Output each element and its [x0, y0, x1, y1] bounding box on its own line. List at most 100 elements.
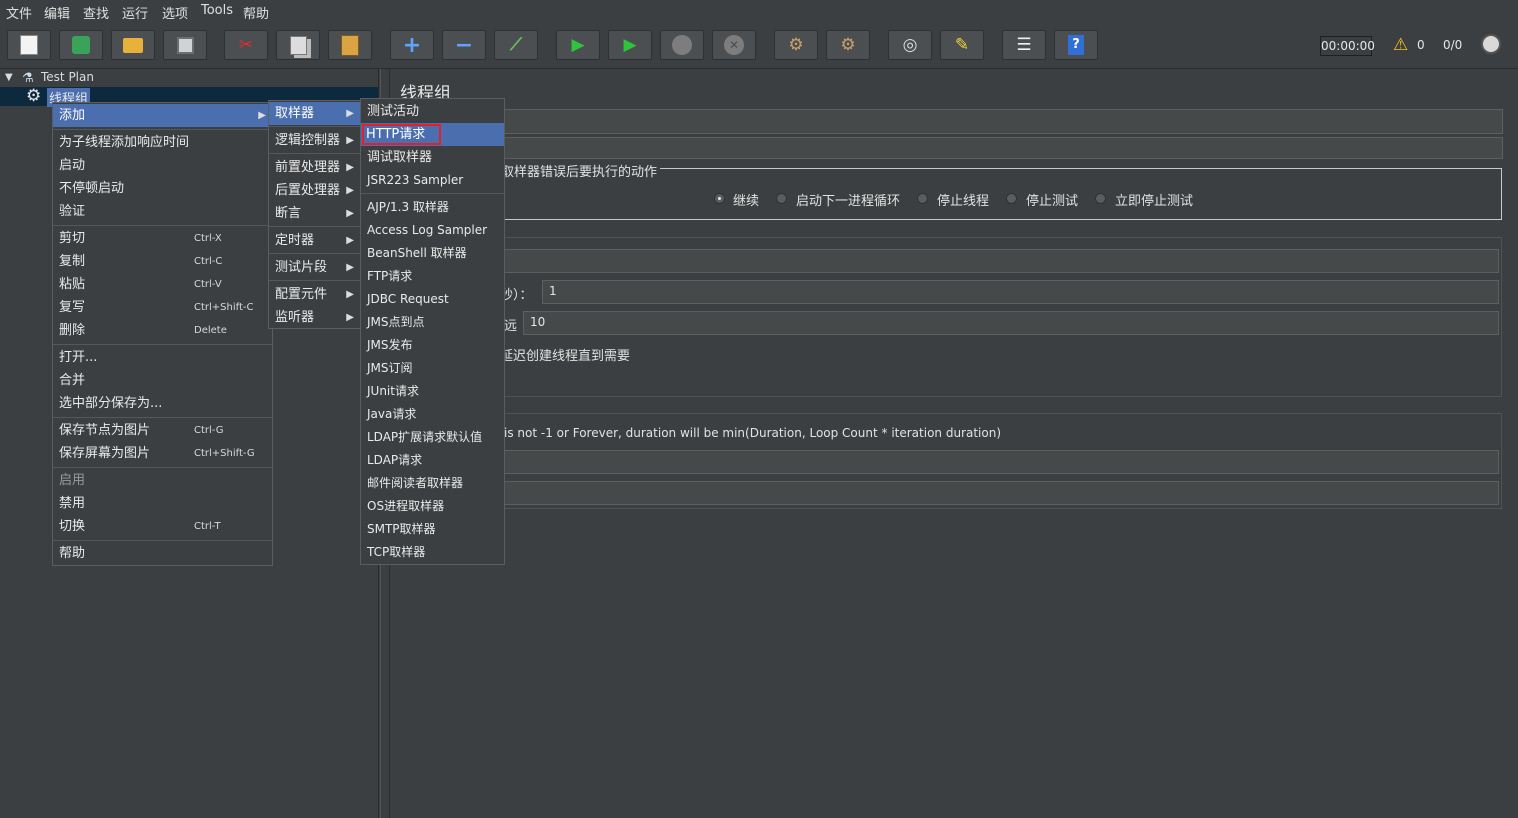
startup-delay-field[interactable] [504, 481, 1499, 505]
menu-run[interactable]: 运行 [122, 3, 148, 22]
threads-count-field[interactable] [504, 249, 1499, 273]
sampler-item-access-log[interactable]: Access Log Sampler [361, 219, 504, 242]
stop-button[interactable] [660, 30, 704, 60]
toggle-button[interactable]: ⟋ [494, 30, 538, 60]
sampler-item-tcp[interactable]: TCP取样器 [361, 541, 504, 564]
warning-count: 0 [1417, 38, 1425, 52]
open-button[interactable] [111, 30, 155, 60]
comments-field[interactable] [500, 137, 1503, 159]
menu-item-toggle[interactable]: 切换 Ctrl-T [53, 515, 272, 538]
templates-button[interactable] [59, 30, 103, 60]
menu-options[interactable]: 选项 [162, 3, 188, 22]
menu-item-paste[interactable]: 粘贴 Ctrl-V [53, 273, 272, 296]
submenu-item-config-element[interactable]: 配置元件 ▶ [269, 283, 360, 306]
menu-item-delete[interactable]: 删除 Delete [53, 319, 272, 342]
submenu-item-assertion[interactable]: 断言 ▶ [269, 202, 360, 225]
submenu-item-timer[interactable]: 定时器 ▶ [269, 229, 360, 252]
sampler-item-jms-publisher[interactable]: JMS发布 [361, 334, 504, 357]
submenu-item-pre-processor[interactable]: 前置处理器 ▶ [269, 156, 360, 179]
warning-icon[interactable]: ⚠ [1393, 35, 1408, 55]
radio-continue[interactable] [714, 193, 725, 204]
submenu-arrow-icon: ▶ [346, 208, 354, 219]
menu-item-save-selection-as[interactable]: 选中部分保存为... [53, 392, 272, 415]
search-icon: ◎ [902, 35, 918, 55]
reset-search-button[interactable]: ✎ [940, 30, 984, 60]
clear-button[interactable]: ⚙ [774, 30, 818, 60]
menu-item-add-response-time[interactable]: 为子线程添加响应时间 [53, 131, 272, 154]
menu-item-save-node-image[interactable]: 保存节点为图片 Ctrl-G [53, 419, 272, 442]
menu-help[interactable]: 帮助 [243, 3, 269, 22]
sampler-item-jsr223[interactable]: JSR223 Sampler [361, 169, 504, 192]
copy-button[interactable] [276, 30, 320, 60]
function-helper-button[interactable]: ☰ [1002, 30, 1046, 60]
radio-start-next-loop-label: 启动下一进程循环 [796, 194, 901, 209]
duration-field[interactable] [504, 450, 1499, 474]
menu-item-cut[interactable]: 剪切 Ctrl-X [53, 227, 272, 250]
search-button[interactable]: ◎ [888, 30, 932, 60]
menu-edit[interactable]: 编辑 [44, 3, 70, 22]
submenu-item-post-processor[interactable]: 后置处理器 ▶ [269, 179, 360, 202]
name-field[interactable] [500, 109, 1503, 134]
sampler-item-beanshell[interactable]: BeanShell 取样器 [361, 242, 504, 265]
help-button[interactable]: ? [1054, 30, 1098, 60]
test-plan-icon: ⚗ [22, 71, 34, 86]
paste-button[interactable] [328, 30, 372, 60]
sampler-item-os-process[interactable]: OS进程取样器 [361, 495, 504, 518]
menu-item-help[interactable]: 帮助 [53, 542, 272, 565]
menu-item-start-no-pause[interactable]: 不停顿启动 [53, 177, 272, 200]
sampler-item-smtp[interactable]: SMTP取样器 [361, 518, 504, 541]
sampler-item-mail-reader[interactable]: 邮件阅读者取样器 [361, 472, 504, 495]
menu-item-disable[interactable]: 禁用 [53, 492, 272, 515]
menu-item-merge[interactable]: 合并 [53, 369, 272, 392]
menu-separator [361, 193, 504, 194]
menu-separator [53, 467, 272, 468]
clear-all-button[interactable]: ⚙ [826, 30, 870, 60]
shutdown-button[interactable]: ✕ [712, 30, 756, 60]
tree-node-test-plan[interactable]: Test Plan [41, 70, 94, 84]
radio-stop-thread[interactable] [917, 193, 928, 204]
sampler-item-junit[interactable]: JUnit请求 [361, 380, 504, 403]
submenu-item-logic-controller[interactable]: 逻辑控制器 ▶ [269, 129, 360, 152]
menu-file[interactable]: 文件 [6, 3, 32, 22]
remote-status-icon[interactable] [1481, 34, 1501, 54]
sampler-item-jdbc[interactable]: JDBC Request [361, 288, 504, 311]
sampler-item-debug-sampler[interactable]: 调试取样器 [361, 146, 504, 169]
menu-search[interactable]: 查找 [83, 3, 109, 22]
radio-start-next-loop[interactable] [776, 193, 787, 204]
loop-count-field[interactable]: 10 [523, 311, 1499, 335]
menu-item-duplicate[interactable]: 复写 Ctrl+Shift-C [53, 296, 272, 319]
sampler-item-ajp[interactable]: AJP/1.3 取样器 [361, 196, 504, 219]
delay-thread-creation-label: 延迟创建线程直到需要 [500, 349, 631, 364]
start-no-pause-button[interactable]: ▶ [608, 30, 652, 60]
sampler-item-java[interactable]: Java请求 [361, 403, 504, 426]
radio-stop-test[interactable] [1006, 193, 1017, 204]
expand-button[interactable]: + [390, 30, 434, 60]
tree-expand-icon[interactable]: ▼ [5, 72, 13, 83]
menu-tools[interactable]: Tools [201, 3, 233, 18]
menu-item-start[interactable]: 启动 [53, 154, 272, 177]
ramp-up-field[interactable]: 1 [542, 280, 1499, 304]
menu-item-validate[interactable]: 验证 [53, 200, 272, 223]
sampler-item-http-request[interactable]: HTTP请求 [361, 123, 504, 146]
sampler-item-jms-subscriber[interactable]: JMS订阅 [361, 357, 504, 380]
submenu-item-listener[interactable]: 监听器 ▶ [269, 306, 360, 329]
sampler-item-test-action[interactable]: 测试活动 [361, 100, 504, 123]
start-button[interactable]: ▶ [556, 30, 600, 60]
new-button[interactable] [7, 30, 51, 60]
cut-button[interactable]: ✂ [224, 30, 268, 60]
sampler-item-ldap[interactable]: LDAP请求 [361, 449, 504, 472]
menu-item-add[interactable]: 添加 ▶ [53, 104, 272, 127]
menu-item-open[interactable]: 打开... [53, 346, 272, 369]
sampler-item-ldap-extended[interactable]: LDAP扩展请求默认值 [361, 426, 504, 449]
radio-stop-test-now[interactable] [1095, 193, 1106, 204]
sampler-item-ftp[interactable]: FTP请求 [361, 265, 504, 288]
submenu-item-sampler[interactable]: 取样器 ▶ [269, 102, 360, 125]
save-button[interactable] [163, 30, 207, 60]
elapsed-timer: 00:00:00 [1320, 36, 1375, 56]
collapse-button[interactable]: − [442, 30, 486, 60]
menu-item-copy[interactable]: 复制 Ctrl-C [53, 250, 272, 273]
sampler-item-jms-point-to-point[interactable]: JMS点到点 [361, 311, 504, 334]
menu-item-save-screen-image[interactable]: 保存屏幕为图片 Ctrl+Shift-G [53, 442, 272, 465]
menu-item-enable[interactable]: 启用 [53, 469, 272, 492]
submenu-item-test-fragment[interactable]: 测试片段 ▶ [269, 256, 360, 279]
